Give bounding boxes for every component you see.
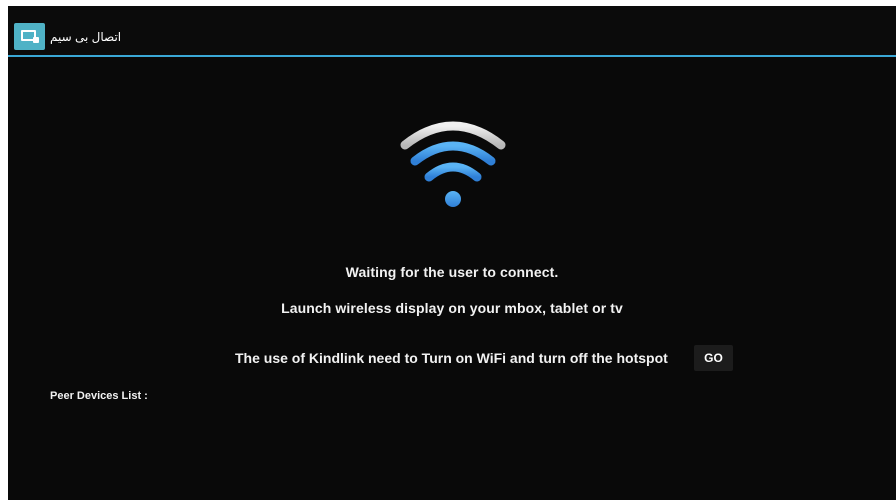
go-button[interactable]: GO bbox=[694, 345, 733, 371]
screen-dot-shape bbox=[33, 37, 39, 43]
peer-devices-list bbox=[50, 409, 850, 489]
wifi-dot bbox=[445, 191, 461, 207]
wifi-icon bbox=[400, 121, 506, 207]
app-title: اتصال بی سیم bbox=[50, 30, 122, 44]
frame-border-left bbox=[0, 0, 8, 500]
instruction-message: Launch wireless display on your mbox, ta… bbox=[281, 300, 623, 316]
cast-screen-icon bbox=[14, 23, 45, 50]
wireless-display-app: اتصال بی سیم Waiting for the user to con… bbox=[8, 6, 896, 500]
waiting-message: Waiting for the user to connect. bbox=[345, 264, 559, 280]
hotspot-notice: The use of Kindlink need to Turn on WiFi… bbox=[235, 350, 668, 366]
title-bar: اتصال بی سیم bbox=[8, 6, 896, 55]
wifi-inner-arc bbox=[424, 162, 482, 182]
peer-devices-label: Peer Devices List : bbox=[50, 390, 148, 402]
main-content: Waiting for the user to connect. Launch … bbox=[8, 57, 896, 500]
screen: اتصال بی سیم Waiting for the user to con… bbox=[0, 0, 896, 500]
wifi-middle-arc bbox=[410, 141, 496, 166]
